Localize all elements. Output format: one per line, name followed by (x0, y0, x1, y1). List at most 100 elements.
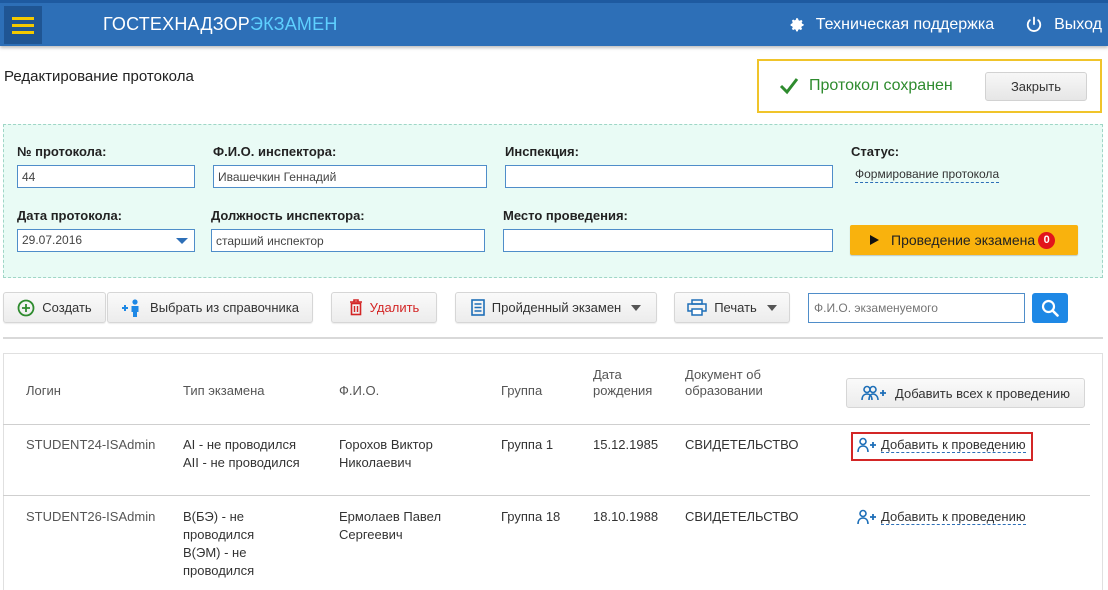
status-value[interactable]: Формирование протокола (855, 167, 1000, 183)
printer-icon (687, 299, 707, 316)
cell-exam-type: В(БЭ) - не проводился В(ЭМ) - не проводи… (183, 508, 254, 580)
venue-label: Место проведения: (503, 208, 628, 223)
logout-label: Выход (1054, 15, 1102, 33)
exam-line: проводился (183, 563, 255, 578)
cell-education: СВИДЕТЕЛЬСТВО (685, 437, 799, 452)
group-add-icon (861, 385, 887, 401)
inspection-label: Инспекция: (505, 144, 579, 159)
chevron-down-icon (176, 238, 188, 244)
exam-line: В(БЭ) - не (183, 509, 245, 524)
print-label: Печать (714, 300, 757, 315)
cell-birth-date: 15.12.1985 (593, 437, 659, 452)
hamburger-icon[interactable] (4, 6, 42, 44)
person-add-icon (122, 298, 139, 317)
save-message: Протокол сохранен (809, 77, 953, 94)
inspection-input[interactable] (505, 165, 833, 188)
save-notification: Протокол сохранен Закрыть (757, 59, 1102, 113)
start-exam-button[interactable]: Проведение экзамена 0 (850, 225, 1078, 255)
top-bar: ГОСТЕХНАДЗОРЭКЗАМЕН Техническая поддержк… (0, 0, 1108, 46)
gear-icon (790, 17, 804, 31)
protocol-no-label: № протокола: (17, 144, 107, 159)
header-login: Логин (26, 383, 61, 398)
support-link[interactable]: Техническая поддержка (788, 16, 994, 34)
add-to-exam-label: Добавить к проведению (881, 508, 1026, 525)
protocol-form: № протокола: Ф.И.О. инспектора: Инспекци… (3, 124, 1103, 278)
search-button[interactable] (1032, 293, 1068, 323)
cell-login: STUDENT26-ISAdmin (26, 509, 156, 524)
search-icon (1041, 299, 1059, 317)
brand-main: ГОСТЕХНАДЗОР (103, 14, 251, 34)
header-group: Группа (501, 383, 543, 398)
row-divider (3, 424, 1090, 425)
support-label: Техническая поддержка (815, 15, 995, 33)
choose-label: Выбрать из справочника (150, 300, 299, 315)
play-icon (870, 235, 879, 245)
header-education-line1: Документ об (685, 367, 761, 382)
create-label: Создать (42, 300, 92, 315)
protocol-no-input[interactable] (17, 165, 195, 188)
header-birth-date-line1: Дата (593, 367, 622, 382)
cell-exam-type: AI - не проводился AII - не проводился (183, 436, 300, 472)
choose-from-directory-button[interactable]: Выбрать из справочника (107, 292, 313, 323)
chevron-down-icon (631, 304, 642, 311)
cell-group: Группа 18 (501, 509, 561, 524)
fio-line: Сергеевич (339, 527, 403, 542)
logout-link[interactable]: Выход (1024, 15, 1102, 35)
cell-fio: Ермолаев Павел Сергеевич (339, 508, 441, 544)
brand-accent: ЭКЗАМЕН (250, 14, 338, 34)
exam-line: AI - не проводился (183, 437, 297, 452)
add-all-label: Добавить всех к проведению (895, 385, 1070, 401)
row-divider (3, 495, 1090, 496)
header-exam-type: Тип экзамена (183, 383, 265, 398)
fio-line: Ермолаев Павел (339, 509, 442, 524)
exam-line: В(ЭМ) - не (183, 545, 247, 560)
venue-input[interactable] (503, 229, 833, 252)
cell-fio: Горохов Виктор Николаевич (339, 436, 433, 472)
header-fio: Ф.И.О. (339, 383, 380, 398)
page-title: Редактирование протокола (4, 68, 194, 85)
exam-count-badge: 0 (1038, 231, 1056, 249)
start-exam-label: Проведение экзамена (891, 232, 1036, 248)
fio-line: Горохов Виктор (339, 437, 433, 452)
exam-line: проводился (183, 527, 255, 542)
fio-line: Николаевич (339, 455, 412, 470)
brand-logo[interactable]: ГОСТЕХНАДЗОРЭКЗАМЕН (103, 14, 338, 35)
passed-exam-label: Пройденный экзамен (491, 300, 622, 315)
exam-line: AII - не проводился (183, 455, 300, 470)
top-nav: Техническая поддержка Выход (788, 3, 1108, 46)
add-all-button[interactable]: Добавить всех к проведению (846, 378, 1085, 408)
list-icon (470, 299, 485, 316)
protocol-date-select[interactable]: 29.07.2016 (17, 229, 195, 252)
inspector-name-label: Ф.И.О. инспектора: (213, 144, 337, 159)
create-button[interactable]: Создать (3, 292, 106, 323)
header-birth-date-line2: рождения (593, 383, 653, 398)
delete-label: Удалить (369, 300, 420, 315)
inspector-position-input[interactable] (211, 229, 485, 252)
cell-group: Группа 1 (501, 437, 554, 452)
header-birth-date: Дата рождения (593, 367, 652, 399)
inspector-name-input[interactable] (213, 165, 487, 188)
protocol-date-value: 29.07.2016 (22, 233, 83, 247)
add-to-exam-link[interactable]: Добавить к проведению (857, 509, 1026, 525)
cell-birth-date: 18.10.1988 (593, 509, 659, 524)
cell-login: STUDENT24-ISAdmin (26, 437, 156, 452)
protocol-date-label: Дата протокола: (17, 208, 123, 223)
inspector-position-label: Должность инспектора: (211, 208, 365, 223)
close-button[interactable]: Закрыть (985, 72, 1087, 101)
trash-icon (349, 299, 362, 316)
chevron-down-icon (766, 304, 777, 311)
header-education: Документ об образовании (685, 367, 763, 399)
passed-exam-dropdown[interactable]: Пройденный экзамен (455, 292, 657, 323)
delete-button[interactable]: Удалить (331, 292, 437, 323)
check-icon (779, 78, 799, 95)
cell-education: СВИДЕТЕЛЬСТВО (685, 509, 799, 524)
status-label: Статус: (851, 144, 900, 159)
divider (3, 337, 1103, 339)
highlight-frame (851, 432, 1033, 461)
plus-circle-icon (17, 299, 35, 316)
power-icon (1027, 16, 1042, 32)
print-dropdown[interactable]: Печать (674, 292, 790, 323)
header-education-line2: образовании (685, 383, 763, 398)
user-add-icon (857, 509, 876, 525)
search-input[interactable] (808, 293, 1025, 323)
